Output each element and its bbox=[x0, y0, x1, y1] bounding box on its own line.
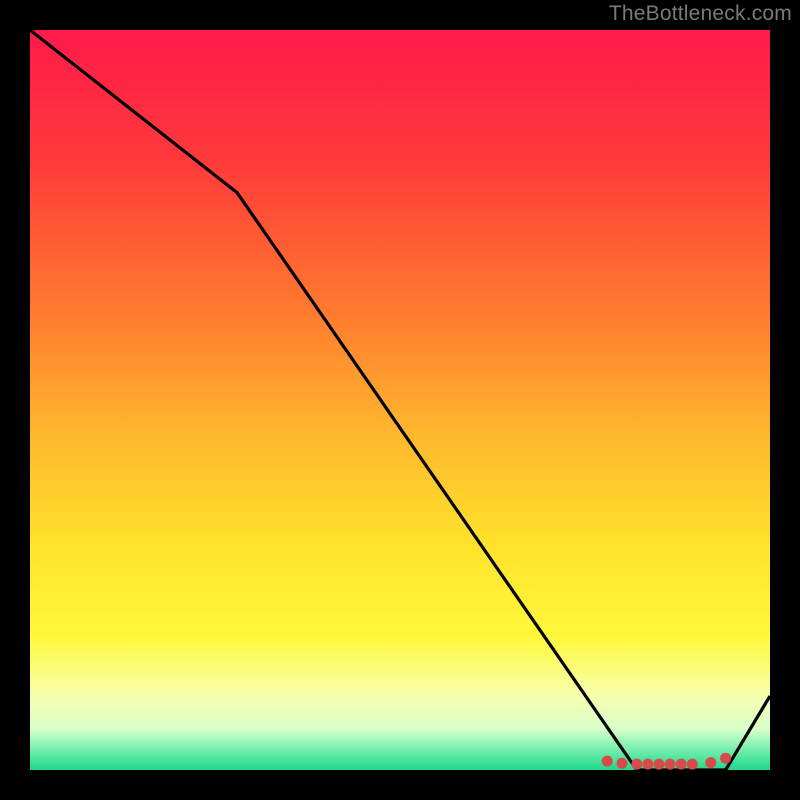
plot-background bbox=[30, 30, 770, 770]
marker-dot bbox=[687, 759, 698, 770]
marker-dot bbox=[642, 759, 653, 770]
marker-dot bbox=[720, 753, 731, 764]
marker-dot bbox=[617, 758, 628, 769]
marker-dot bbox=[705, 757, 716, 768]
chart-canvas bbox=[0, 0, 800, 800]
marker-dot bbox=[665, 759, 676, 770]
marker-dot bbox=[602, 756, 613, 767]
chart-frame: TheBottleneck.com bbox=[0, 0, 800, 800]
marker-dot bbox=[676, 759, 687, 770]
marker-dot bbox=[654, 759, 665, 770]
marker-dot bbox=[631, 759, 642, 770]
watermark-text: TheBottleneck.com bbox=[609, 2, 792, 26]
